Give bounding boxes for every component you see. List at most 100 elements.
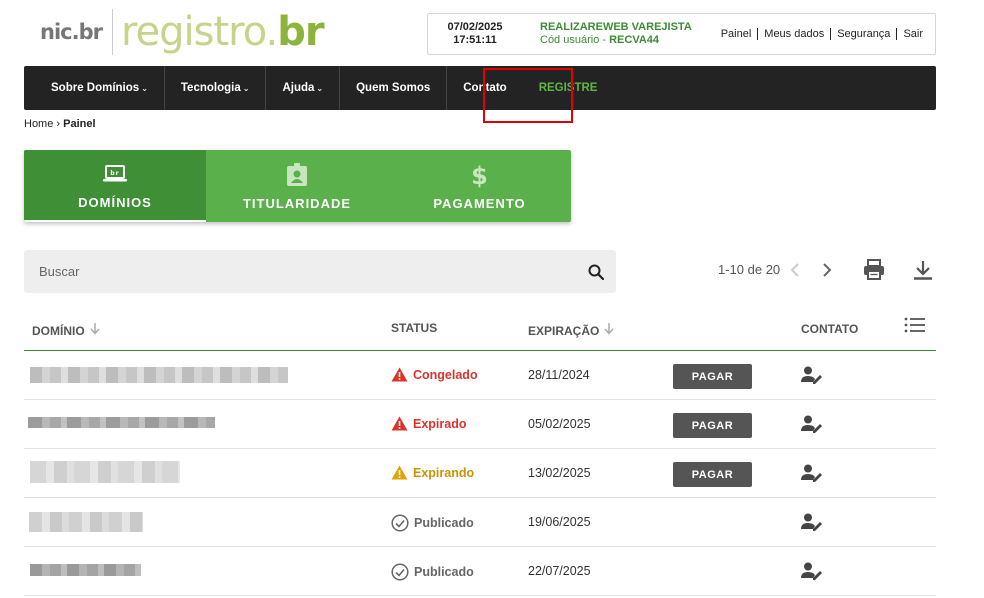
search-bar (24, 250, 616, 293)
tab-titularidade[interactable]: TITULARIDADE (206, 150, 388, 222)
nav-label: Contato (463, 82, 507, 94)
chevron-down-icon: ⌄ (141, 83, 148, 93)
edit-contact-icon[interactable] (801, 562, 823, 585)
nav-tecnologia[interactable]: Tecnologia ⌄ (165, 66, 267, 110)
nav-label: REGISTRE (538, 82, 598, 94)
blurred-domain-name (30, 367, 288, 383)
table-row[interactable]: Publicado 22/07/2025 (24, 547, 936, 596)
column-label: EXPIRAÇÃO (528, 323, 600, 338)
nav-label: Tecnologia (180, 82, 241, 94)
status-cell: Expirando (391, 465, 474, 480)
blurred-domain-name (30, 461, 180, 483)
tab-pagamento[interactable]: $ PAGAMENTO (388, 150, 571, 222)
nav-quem-somos[interactable]: Quem Somos (340, 66, 448, 110)
warning-icon (391, 367, 408, 382)
nic-logo[interactable]: nic.br (40, 20, 103, 44)
search-icon[interactable] (576, 264, 616, 280)
user-code-label: Cód usuário - (540, 34, 610, 46)
table-row[interactable]: Expirando 13/02/2025 PAGAR (24, 449, 936, 498)
tab-label: DOMÍNIOS (78, 194, 152, 210)
user-code: RECVA44 (609, 34, 660, 46)
expiration-date: 13/02/2025 (528, 466, 591, 480)
link-meus-dados[interactable]: Meus dados (757, 28, 830, 40)
dollar-icon: $ (471, 162, 489, 188)
table-row[interactable]: Congelado 28/11/2024 PAGAR (24, 351, 936, 400)
link-seguranca[interactable]: Segurança (830, 28, 896, 40)
edit-contact-icon[interactable] (801, 464, 823, 487)
status-text: Publicado (414, 565, 474, 579)
table-header: DOMÍNIO STATUS EXPIRAÇÃO CONTATO (24, 314, 936, 351)
svg-text:br: br (110, 170, 119, 177)
blurred-domain-name (30, 564, 141, 576)
pay-button[interactable]: PAGAR (673, 413, 752, 438)
session-date: 07/02/2025 (447, 21, 503, 33)
company-name: REALIZAREWEB VAREJISTA (540, 21, 692, 33)
table-row[interactable]: Publicado 19/06/2025 (24, 498, 936, 547)
check-circle-icon (391, 514, 409, 532)
breadcrumb-home[interactable]: Home (24, 118, 53, 130)
column-header-expiration[interactable]: EXPIRAÇÃO (528, 323, 614, 338)
link-painel[interactable]: Painel (715, 28, 758, 40)
status-text: Congelado (413, 367, 478, 382)
breadcrumb: Home › Painel (24, 118, 96, 130)
column-label: STATUS (391, 321, 438, 335)
status-cell: Expirado (391, 416, 467, 431)
registro-logo-suffix: br (277, 9, 324, 55)
breadcrumb-separator: › (56, 118, 61, 130)
pagination-range: 1-10 de 20 (718, 262, 781, 277)
pay-button[interactable]: PAGAR (673, 462, 752, 487)
warning-icon (391, 416, 408, 431)
nav-label: Ajuda (282, 82, 315, 94)
nav-ajuda[interactable]: Ajuda ⌄ (266, 66, 341, 110)
nav-contato[interactable]: Contato (447, 66, 522, 110)
tab-dominios[interactable]: br DOMÍNIOS (24, 150, 206, 222)
pay-button[interactable]: PAGAR (673, 364, 752, 389)
expiration-date: 05/02/2025 (528, 417, 591, 431)
blurred-domain-name (29, 512, 143, 532)
tab-label: PAGAMENTO (433, 195, 526, 211)
edit-contact-icon[interactable] (801, 366, 823, 389)
chevron-down-icon: ⌄ (242, 83, 250, 93)
column-header-domain[interactable]: DOMÍNIO (32, 323, 100, 338)
status-text: Expirado (413, 416, 467, 431)
panel-tabs: br DOMÍNIOS TITULARIDADE $ PAGAMENTO (24, 150, 571, 222)
arrow-down-icon (90, 323, 100, 338)
column-list-icon[interactable] (904, 316, 926, 339)
print-icon[interactable] (862, 259, 886, 286)
nav-sobre-dominios[interactable]: Sobre Domínios ⌄ (24, 66, 165, 110)
chevron-left-icon[interactable] (787, 260, 805, 285)
arrow-down-icon (604, 323, 614, 338)
column-label: DOMÍNIO (32, 323, 85, 338)
logo-divider (111, 9, 113, 55)
chevron-right-icon[interactable] (818, 260, 836, 285)
session-time: 17:51:11 (453, 34, 497, 46)
expiration-date: 19/06/2025 (528, 515, 591, 529)
account-info: REALIZAREWEB VAREJISTA Cód usuário - REC… (540, 21, 692, 47)
status-cell: Congelado (391, 367, 478, 382)
laptop-icon: br (102, 161, 128, 187)
status-text: Publicado (414, 516, 474, 530)
registro-logo[interactable]: registro.br (121, 9, 325, 55)
status-text: Expirando (413, 465, 475, 480)
search-input[interactable] (24, 264, 576, 279)
edit-contact-icon[interactable] (801, 513, 823, 536)
expiration-date: 22/07/2025 (528, 564, 591, 578)
column-label: CONTATO (801, 322, 859, 336)
logo-area[interactable]: nic.br registro.br (40, 6, 325, 58)
breadcrumb-current: Painel (63, 118, 96, 130)
edit-contact-icon[interactable] (801, 415, 823, 438)
nav-label: Sobre Domínios (51, 82, 140, 94)
main-nav: Sobre Domínios ⌄ Tecnologia ⌄ Ajuda ⌄ Quem … (24, 66, 936, 110)
nav-registre[interactable]: REGISTRE (523, 66, 614, 110)
column-header-contact: CONTATO (801, 322, 858, 336)
tab-label: TITULARIDADE (242, 195, 352, 211)
nav-label: Quem Somos (356, 82, 431, 94)
download-icon[interactable] (912, 259, 934, 286)
session-datetime: 07/02/2025 17:51:11 (428, 21, 522, 47)
link-sair[interactable]: Sair (896, 28, 923, 40)
svg-text:$: $ (471, 162, 489, 188)
chevron-down-icon: ⌄ (316, 83, 324, 93)
table-row[interactable]: Expirado 05/02/2025 PAGAR (24, 400, 936, 449)
status-cell: Publicado (391, 563, 474, 581)
warning-icon (391, 465, 408, 480)
